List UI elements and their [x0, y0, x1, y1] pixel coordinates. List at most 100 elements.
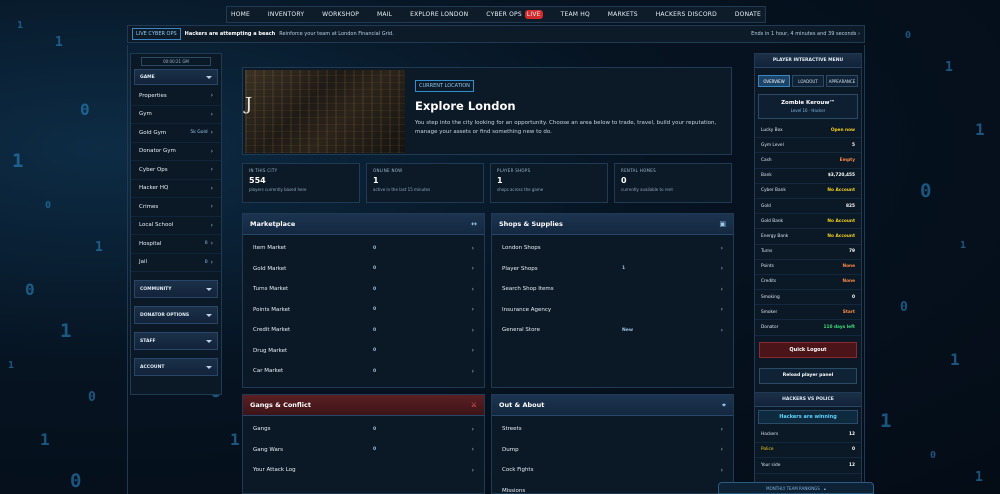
- player-stat-cyber-bank[interactable]: Cyber Bank No Account: [755, 184, 861, 199]
- sidebar-item-gym[interactable]: Gym ›: [131, 106, 221, 124]
- hvp-value: 12: [849, 431, 855, 437]
- nav-cyber-ops[interactable]: CYBER OPS LIVE: [486, 10, 543, 19]
- panel-row-dump[interactable]: Dump ›: [492, 440, 733, 461]
- chevron-right-icon: ›: [210, 92, 213, 100]
- player-stat-donator[interactable]: Donator 110 days left: [755, 320, 861, 336]
- nav-mail[interactable]: MAIL: [377, 11, 392, 18]
- chevron-right-icon: ›: [471, 306, 474, 314]
- chevron-right-icon: ›: [210, 147, 213, 155]
- panel-row-cock-fights[interactable]: Cock Fights ›: [492, 460, 733, 481]
- stat-label: Smoker: [761, 309, 778, 315]
- quick-logout-button[interactable]: Quick Logout: [759, 341, 857, 358]
- sidebar-item-jail[interactable]: Jail 0 ›: [131, 254, 221, 272]
- player-stat-points[interactable]: Points None: [755, 260, 861, 275]
- nav-donate[interactable]: DONATE: [735, 11, 761, 18]
- nav-hackers-discord[interactable]: HACKERS DISCORD: [656, 11, 717, 18]
- sidebar-item-gold-gym[interactable]: Gold Gym 5k Gold ›: [131, 124, 221, 143]
- stat-value: 1: [373, 176, 379, 185]
- row-label: Missions: [502, 487, 526, 494]
- stat-value: No Account: [827, 218, 855, 224]
- section-account[interactable]: ACCOUNT: [134, 358, 218, 376]
- player-stat-cash[interactable]: Cash Empty: [755, 153, 861, 169]
- section-community[interactable]: COMMUNITY: [134, 280, 218, 298]
- row-label: Streets: [502, 426, 522, 433]
- sidebar-item-label: Jail: [139, 259, 148, 266]
- stat-label: Cyber Bank: [761, 188, 786, 194]
- ticker-countdown[interactable]: Ends in 1 hour, 4 minutes and 39 seconds…: [751, 31, 860, 37]
- chevron-right-icon: ›: [210, 221, 213, 229]
- monthly-rankings-tab[interactable]: MONTHLY TEAM RANKINGS ▴: [718, 482, 874, 494]
- chevron-right-icon: ›: [720, 306, 723, 314]
- nav-team-hq[interactable]: TEAM HQ: [561, 11, 590, 18]
- tab-appearance[interactable]: APPEARANCE: [826, 75, 858, 87]
- nav-workshop[interactable]: WORKSHOP: [322, 11, 359, 18]
- panel-row-points-market[interactable]: Points Market 0 ›: [243, 300, 484, 321]
- stats-row: IN THIS CITY 554 players currently based h…: [242, 163, 732, 203]
- player-stat-smoker[interactable]: Smoker Start: [755, 305, 861, 321]
- sidebar-item-crimes[interactable]: Crimes ›: [131, 198, 221, 217]
- stat-subtitle: active in the last 15 minutes: [373, 187, 431, 192]
- nav-markets[interactable]: MARKETS: [608, 11, 638, 18]
- nav-home[interactable]: HOME: [231, 11, 250, 18]
- panel-row-missions[interactable]: Missions›: [492, 481, 733, 494]
- section-staff[interactable]: STAFF: [134, 332, 218, 350]
- matrix-digit: 1: [12, 150, 24, 172]
- matrix-digit: 1: [945, 60, 953, 75]
- sidebar-item-donator-gym[interactable]: Donator Gym ›: [131, 143, 221, 161]
- panel-row-player-shops[interactable]: Player Shops 1 ›: [492, 259, 733, 280]
- chevron-right-icon: ›: [471, 244, 474, 252]
- panel-row-gold-market[interactable]: Gold Market 0 ›: [243, 259, 484, 280]
- panel-row-general-store[interactable]: General Store New ›: [492, 320, 733, 341]
- panel-row-london-shops[interactable]: London Shops ›: [492, 238, 733, 259]
- player-stat-turns[interactable]: Turns 79: [755, 245, 861, 260]
- player-stat-energy-bank[interactable]: Energy Bank No Account: [755, 229, 861, 245]
- server-clock: 00:00:21 GM: [141, 57, 211, 66]
- sidebar-item-hacker-hq[interactable]: Hacker HQ ›: [131, 180, 221, 198]
- stat-label: Smoking: [761, 294, 780, 300]
- chevron-right-icon: ›: [471, 347, 474, 355]
- stat-label: Gym Level: [761, 142, 784, 148]
- player-stat-bank[interactable]: Bank $3,720,455: [755, 169, 861, 184]
- section-donator-options[interactable]: DONATOR OPTIONS: [134, 306, 218, 324]
- player-stat-gold[interactable]: Gold 825: [755, 199, 861, 215]
- panel-row-gang-wars[interactable]: Gang Wars 0 ›: [243, 440, 484, 461]
- panel-row-credit-market[interactable]: Credit Market 0 ›: [243, 320, 484, 341]
- player-stat-gym-level[interactable]: Gym Level 5: [755, 138, 861, 154]
- chevron-up-icon: ▴: [823, 485, 826, 491]
- sidebar-item-local-school[interactable]: Local School ›: [131, 217, 221, 235]
- panel-row-your-attack-log[interactable]: Your Attack Log ›: [243, 460, 484, 481]
- matrix-digit: 1: [55, 35, 63, 50]
- row-label: London Shops: [502, 245, 541, 252]
- left-sidebar: 00:00:21 GM GAME Properties › Gym › Gold Gym…: [130, 53, 222, 395]
- chevron-right-icon: ›: [471, 326, 474, 334]
- player-card[interactable]: Zombie Kerouw™ Level 16 · Hacker: [758, 94, 858, 119]
- hvp-header: HACKERS VS POLICE: [755, 393, 861, 407]
- panel-row-drug-market[interactable]: Drug Market 0 ›: [243, 341, 484, 362]
- section-game[interactable]: GAME: [134, 69, 218, 85]
- sidebar-item-hospital[interactable]: Hospital 0 ›: [131, 235, 221, 254]
- reload-panel-button[interactable]: Reload player panel: [759, 367, 857, 384]
- ticker-headline[interactable]: Hackers are attempting a beach: [185, 31, 276, 37]
- sidebar-item-properties[interactable]: Properties ›: [131, 87, 221, 106]
- chevron-right-icon: ›: [720, 265, 723, 273]
- panel-row-search-shop-items[interactable]: Search Shop Items ›: [492, 279, 733, 300]
- tab-loadout[interactable]: LOADOUT: [792, 75, 824, 87]
- sidebar-item-cyber-ops[interactable]: Cyber Ops ›: [131, 161, 221, 180]
- page-description: You step into the city looking for an op…: [415, 120, 717, 135]
- nav-explore-london[interactable]: EXPLORE LONDON: [410, 11, 468, 18]
- row-value: 0: [373, 426, 377, 432]
- player-stat-credits[interactable]: Credits None: [755, 275, 861, 291]
- tab-overview[interactable]: OVERVIEW: [758, 75, 790, 87]
- panel-row-gangs[interactable]: Gangs 0 ›: [243, 419, 484, 440]
- matrix-digit: 0: [88, 390, 96, 405]
- nav-inventory[interactable]: INVENTORY: [268, 11, 304, 18]
- panel-row-turns-market[interactable]: Turns Market 0 ›: [243, 279, 484, 300]
- panel-row-insurance-agency[interactable]: Insurance Agency ›: [492, 300, 733, 321]
- row-value: 0: [373, 286, 377, 292]
- panel-row-car-market[interactable]: Car Market 0 ›: [243, 361, 484, 382]
- player-stat-lucky-box[interactable]: Lucky Box Open now: [755, 123, 861, 139]
- panel-row-streets[interactable]: Streets ›: [492, 419, 733, 440]
- player-stat-smoking[interactable]: Smoking 0: [755, 290, 861, 306]
- panel-row-item-market[interactable]: Item Market 0 ›: [243, 238, 484, 259]
- player-stat-gold-bank[interactable]: Gold Bank No Account: [755, 214, 861, 230]
